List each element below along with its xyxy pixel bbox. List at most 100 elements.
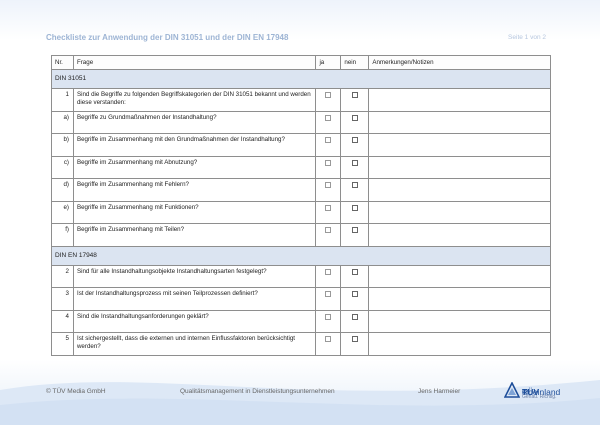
column-header-nr: Nr.: [51, 55, 74, 70]
row-question: Sind die Begriffe zu folgenden Begriffsk…: [72, 88, 317, 112]
document-page: Checkliste zur Anwendung der DIN 31051 u…: [0, 0, 600, 425]
nein-checkbox[interactable]: [351, 92, 358, 98]
nein-checkbox[interactable]: [351, 313, 358, 320]
row-question: Begriffe im Zusammenhang mit Abnutzung?: [72, 155, 317, 179]
logo-slogan: Genau. Richtig.: [522, 394, 557, 400]
ja-cell: [315, 110, 342, 134]
ja-cell: [315, 88, 342, 112]
ja-checkbox[interactable]: [325, 159, 332, 166]
nein-checkbox[interactable]: [351, 137, 358, 143]
nein-checkbox[interactable]: [351, 227, 358, 233]
table-row: f) Begriffe im Zusammenhang mit Teilen?: [51, 223, 551, 247]
ja-cell: [315, 264, 342, 288]
row-number: 3: [51, 287, 74, 311]
table-row: e) Begriffe im Zusammenhang mit Funktione…: [51, 200, 551, 224]
ja-cell: [315, 155, 342, 179]
ja-checkbox[interactable]: [325, 268, 332, 275]
table-row: 4 Sind die Instandhaltungsanforderungen g…: [51, 309, 551, 333]
row-number: 4: [51, 309, 74, 333]
column-header-notes: Anmerkungen/Notizen: [368, 55, 551, 70]
checklist-table: Nr. Frage ja nein Anmerkungen/Notizen DI…: [51, 55, 551, 356]
nein-cell: [340, 200, 370, 224]
row-question: Begriffe im Zusammenhang mit Teilen?: [72, 223, 317, 247]
notes-cell[interactable]: [368, 287, 551, 311]
row-question: Begriffe im Zusammenhang mit Fehlern?: [72, 178, 317, 202]
nein-cell: [340, 88, 370, 112]
footer-author: Jens Harmeier: [418, 388, 461, 395]
table-row: d) Begriffe im Zusammenhang mit Fehlern?: [51, 178, 551, 202]
nein-cell: [340, 110, 370, 134]
page-header: Checkliste zur Anwendung der DIN 31051 u…: [46, 30, 546, 44]
row-question: Begriffe im Zusammenhang mit Funktionen?: [72, 200, 317, 224]
nein-checkbox[interactable]: [351, 114, 358, 121]
row-question: Sind die Instandhaltungsanforderungen ge…: [72, 309, 317, 333]
notes-cell[interactable]: [368, 223, 551, 247]
notes-cell[interactable]: [368, 309, 551, 333]
notes-cell[interactable]: [368, 332, 551, 356]
row-number: 2: [51, 264, 74, 288]
row-number: 5: [51, 332, 74, 356]
notes-cell[interactable]: [368, 200, 551, 224]
document-title: Checkliste zur Anwendung der DIN 31051 u…: [46, 32, 289, 42]
nein-cell: [340, 309, 370, 333]
nein-checkbox[interactable]: [351, 182, 358, 188]
ja-checkbox[interactable]: [325, 137, 332, 143]
row-question: Begriffe im Zusammenhang mit den Grundma…: [72, 133, 317, 157]
notes-cell[interactable]: [368, 264, 551, 288]
nein-checkbox[interactable]: [351, 159, 358, 166]
notes-cell[interactable]: [368, 88, 551, 112]
section-title: DIN EN 17948: [51, 245, 551, 266]
row-question: Begriffe zu Grundmaßnahmen der Instandha…: [72, 110, 317, 134]
nein-checkbox[interactable]: [351, 268, 358, 275]
notes-cell[interactable]: [368, 110, 551, 134]
page-footer: © TÜV Media GmbH Qualitätsmanagement in …: [46, 382, 560, 408]
column-header-frage: Frage: [72, 55, 317, 70]
notes-cell[interactable]: [368, 155, 551, 179]
column-header-nein: nein: [340, 55, 370, 70]
nein-checkbox[interactable]: [351, 291, 358, 297]
ja-checkbox[interactable]: [325, 336, 332, 342]
row-number: b): [51, 133, 74, 157]
ja-checkbox[interactable]: [325, 227, 332, 233]
row-question: Ist sichergestellt, dass die externen un…: [72, 332, 317, 356]
tuv-rheinland-logo: TÜV Rheinland ® Genau. Richtig.: [504, 382, 584, 406]
footer-copyright: © TÜV Media GmbH: [46, 388, 106, 395]
page-number: Seite 1 von 2: [508, 33, 546, 41]
row-question: Sind für alle Instandhaltungsobjekte Ins…: [72, 264, 317, 288]
table-row: b) Begriffe im Zusammenhang mit den Grund…: [51, 133, 551, 157]
table-row: a) Begriffe zu Grundmaßnahmen der Instand…: [51, 110, 551, 134]
ja-checkbox[interactable]: [325, 291, 332, 297]
nein-cell: [340, 287, 370, 311]
nein-checkbox[interactable]: [351, 336, 358, 342]
notes-cell[interactable]: [368, 178, 551, 202]
table-row: c) Begriffe im Zusammenhang mit Abnutzung…: [51, 155, 551, 179]
row-number: 1: [51, 88, 74, 112]
ja-cell: [315, 287, 342, 311]
row-number: c): [51, 155, 74, 179]
table-row: 1 Sind die Begriffe zu folgenden Begriffs…: [51, 88, 551, 112]
ja-cell: [315, 133, 342, 157]
ja-checkbox[interactable]: [325, 204, 332, 211]
column-header-ja: ja: [315, 55, 342, 70]
nein-cell: [340, 332, 370, 356]
ja-cell: [315, 309, 342, 333]
row-number: f): [51, 223, 74, 247]
ja-checkbox[interactable]: [325, 182, 332, 188]
nein-checkbox[interactable]: [351, 204, 358, 211]
tuv-triangle-icon: [504, 382, 520, 398]
ja-cell: [315, 200, 342, 224]
row-question: Ist der Instandhaltungsprozess mit seine…: [72, 287, 317, 311]
row-number: d): [51, 178, 74, 202]
ja-checkbox[interactable]: [325, 313, 332, 320]
row-number: a): [51, 110, 74, 134]
table-row: 2 Sind für alle Instandhaltungsobjekte In…: [51, 264, 551, 288]
section-row: DIN EN 17948: [51, 245, 551, 266]
nein-cell: [340, 155, 370, 179]
ja-cell: [315, 332, 342, 356]
ja-checkbox[interactable]: [325, 114, 332, 121]
notes-cell[interactable]: [368, 133, 551, 157]
nein-cell: [340, 133, 370, 157]
table-row: 5 Ist sichergestellt, dass die externen u…: [51, 332, 551, 356]
ja-cell: [315, 223, 342, 247]
ja-checkbox[interactable]: [325, 92, 332, 98]
